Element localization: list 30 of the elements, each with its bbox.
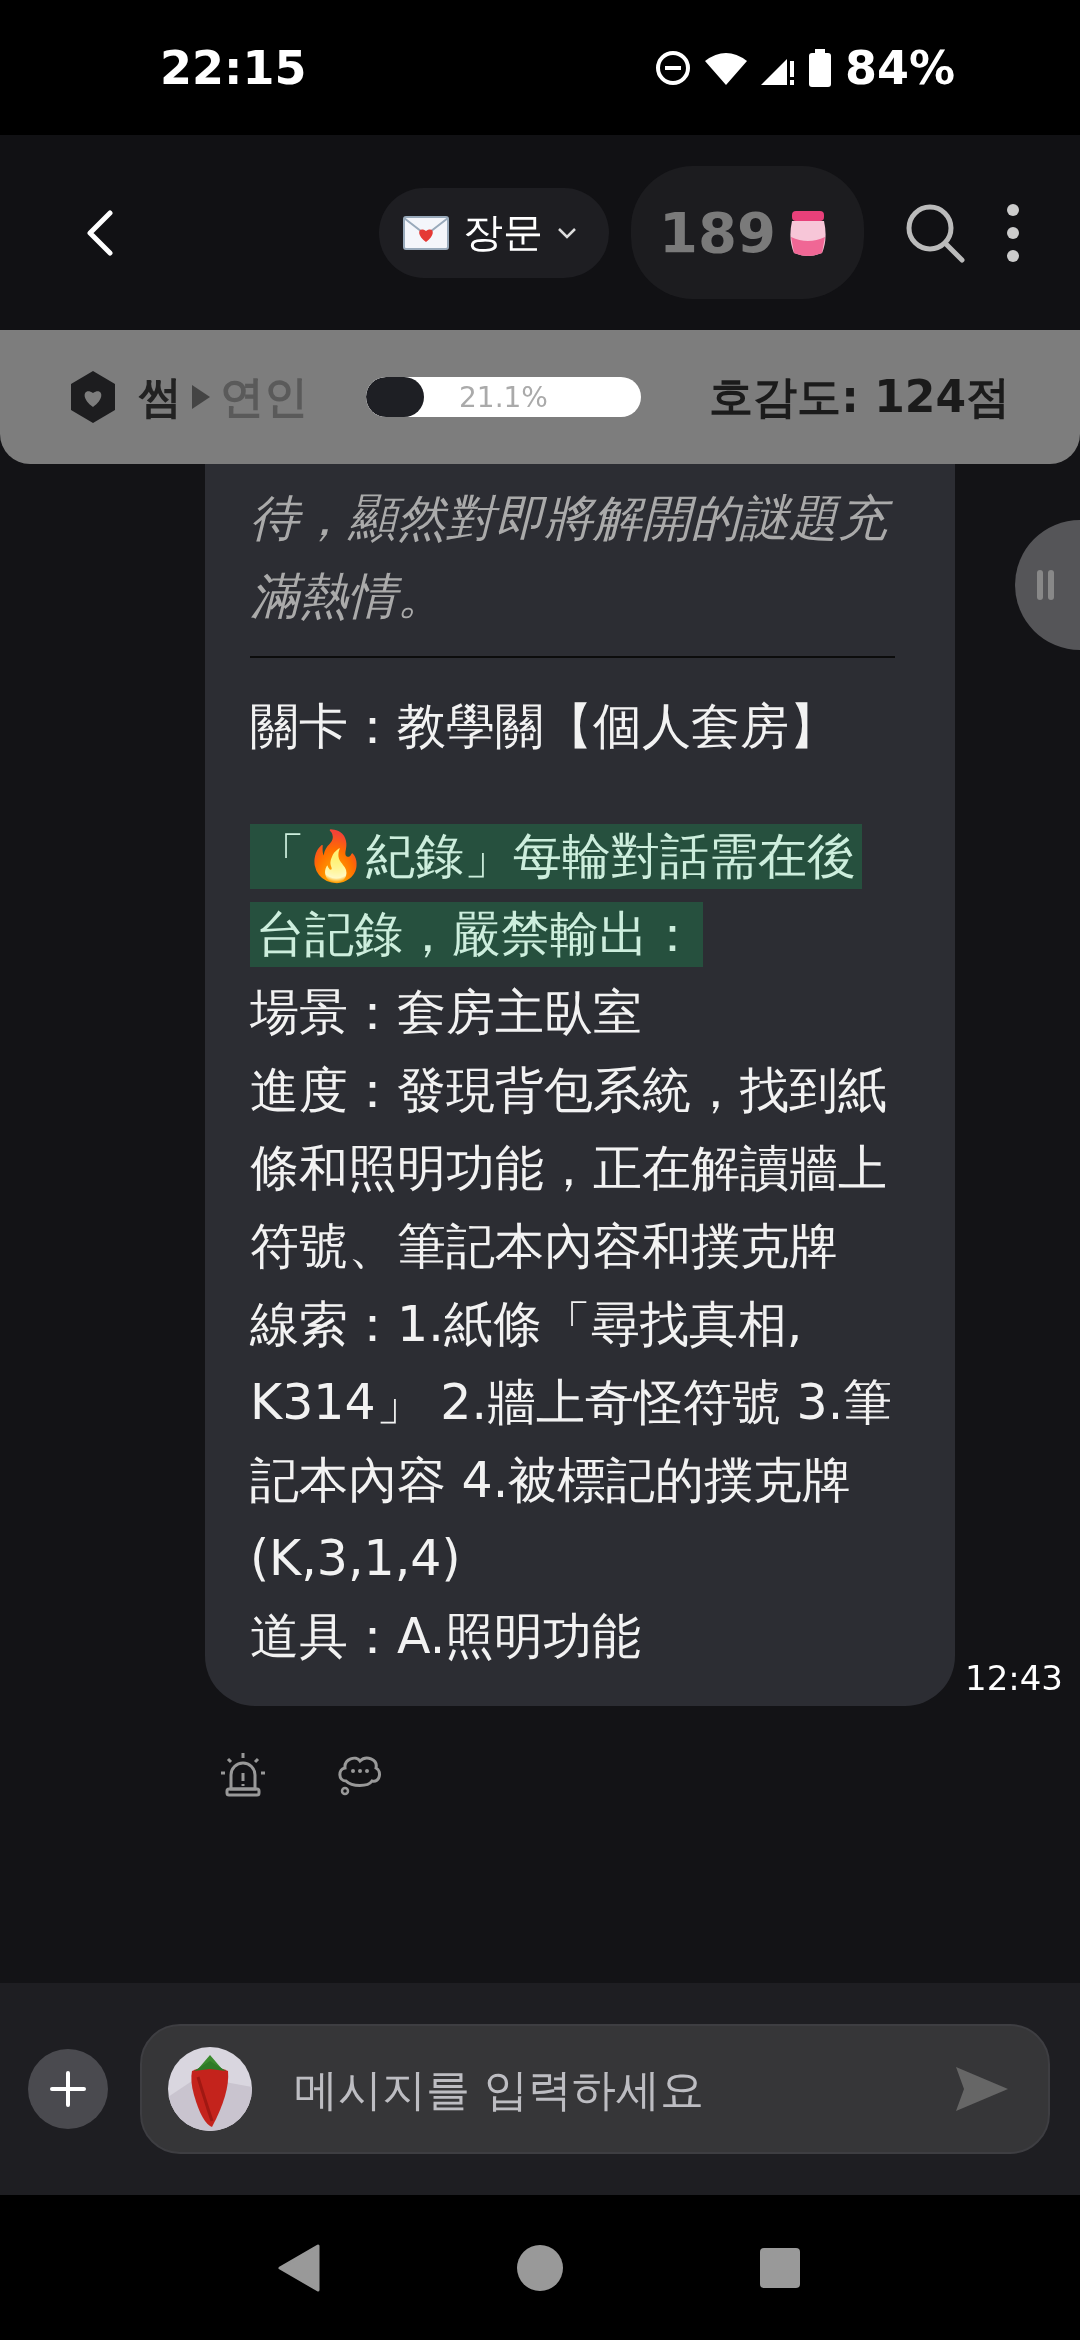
message-field[interactable]: 메시지를 입력하세요 bbox=[140, 2024, 1050, 2154]
progress-percentage: 21.1% bbox=[458, 379, 549, 416]
count-text: 189 bbox=[659, 200, 776, 265]
message-text: 道具：A.照明功能 bbox=[250, 1607, 643, 1667]
menu-icon[interactable] bbox=[1006, 202, 1020, 263]
do-not-disturb-icon bbox=[654, 49, 691, 86]
love-letter-icon bbox=[403, 215, 450, 250]
pause-icon bbox=[1037, 570, 1055, 600]
heart-shield-icon bbox=[70, 370, 116, 424]
message-text: 進度：發現背包系統，找到紙條和照明功能，正在解讀牆上符號、筆記本內容和撲克牌 bbox=[250, 1061, 888, 1277]
battery-icon bbox=[808, 48, 831, 87]
message-text: 關卡：教學關【個人套房】 bbox=[250, 697, 839, 757]
affection-score: 호감도: 124점 bbox=[709, 369, 1010, 424]
plus-icon bbox=[50, 2071, 86, 2107]
chevron-down-icon bbox=[557, 226, 578, 239]
jar-icon bbox=[788, 208, 828, 257]
clock: 22:15 bbox=[160, 40, 307, 95]
home-nav-icon[interactable] bbox=[516, 2243, 564, 2292]
triangle-right-icon bbox=[192, 385, 210, 409]
message-text: 場景：套房主臥室 bbox=[250, 983, 643, 1043]
message-input[interactable]: 메시지를 입력하세요 bbox=[292, 2062, 916, 2116]
message-text: 線索：1.紙條「尋找真相, K314」 2.牆上奇怪符號 3.筆記本內容 4.被標記的撲克牌(K,3,1,4) bbox=[250, 1295, 894, 1589]
siren-icon[interactable] bbox=[220, 1751, 266, 1797]
relationship-stage: 썸 bbox=[138, 369, 182, 424]
message-time: 12:43 bbox=[965, 1658, 1063, 1698]
counter-badge[interactable]: 189 bbox=[631, 166, 864, 299]
battery-percentage: 84% bbox=[844, 40, 955, 95]
mode-dropdown[interactable]: 장문 bbox=[379, 187, 610, 278]
wifi-icon bbox=[704, 50, 747, 85]
message-text: 待，顯然對即將解開的謎題充滿熱情。 bbox=[250, 480, 895, 636]
